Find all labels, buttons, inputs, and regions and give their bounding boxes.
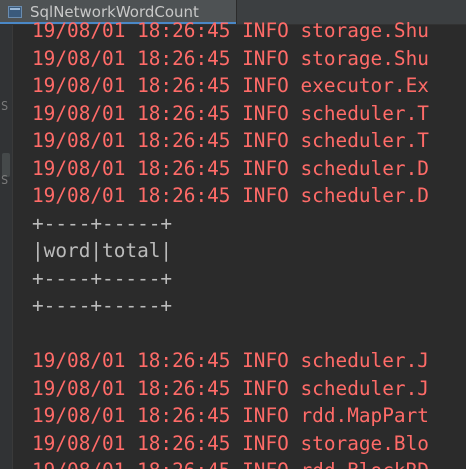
output-line: +----+-----+	[32, 294, 173, 317]
console-window: SqlNetworkWordCount S S 19/08/01 18:26:4…	[0, 0, 466, 469]
console-gutter: S S	[0, 25, 13, 469]
gutter-mark: S	[1, 173, 9, 187]
log-line: 19/08/01 18:26:45 INFO rdd.MapPart	[32, 404, 429, 427]
run-config-icon	[8, 6, 22, 18]
log-line: 19/08/01 18:26:45 INFO scheduler.D	[32, 184, 429, 207]
log-line: 19/08/01 18:26:45 INFO storage.Shu	[32, 19, 429, 42]
gutter-mark: S	[1, 99, 9, 113]
log-line: 19/08/01 18:26:45 INFO rdd.BlockRD	[32, 457, 466, 469]
output-line: +----+-----+	[32, 211, 173, 235]
log-line: 19/08/01 18:26:45 INFO scheduler.J	[32, 376, 429, 400]
console-output[interactable]: 19/08/01 18:26:45 INFO storage.Shu 19/08/…	[32, 17, 466, 469]
log-line: 19/08/01 18:26:45 INFO storage.Blo	[32, 431, 429, 455]
log-line: 19/08/01 18:26:45 INFO scheduler.J	[32, 349, 429, 372]
log-line: 19/08/01 18:26:45 INFO executor.Ex	[32, 74, 429, 97]
output-line: |word|total|	[32, 239, 173, 262]
log-line: 19/08/01 18:26:45 INFO scheduler.T	[32, 129, 429, 152]
output-line: +----+-----+	[32, 266, 173, 290]
log-line: 19/08/01 18:26:45 INFO scheduler.T	[32, 101, 429, 125]
log-line: 19/08/01 18:26:45 INFO storage.Shu	[32, 46, 429, 70]
log-line: 19/08/01 18:26:45 INFO scheduler.D	[32, 156, 429, 180]
